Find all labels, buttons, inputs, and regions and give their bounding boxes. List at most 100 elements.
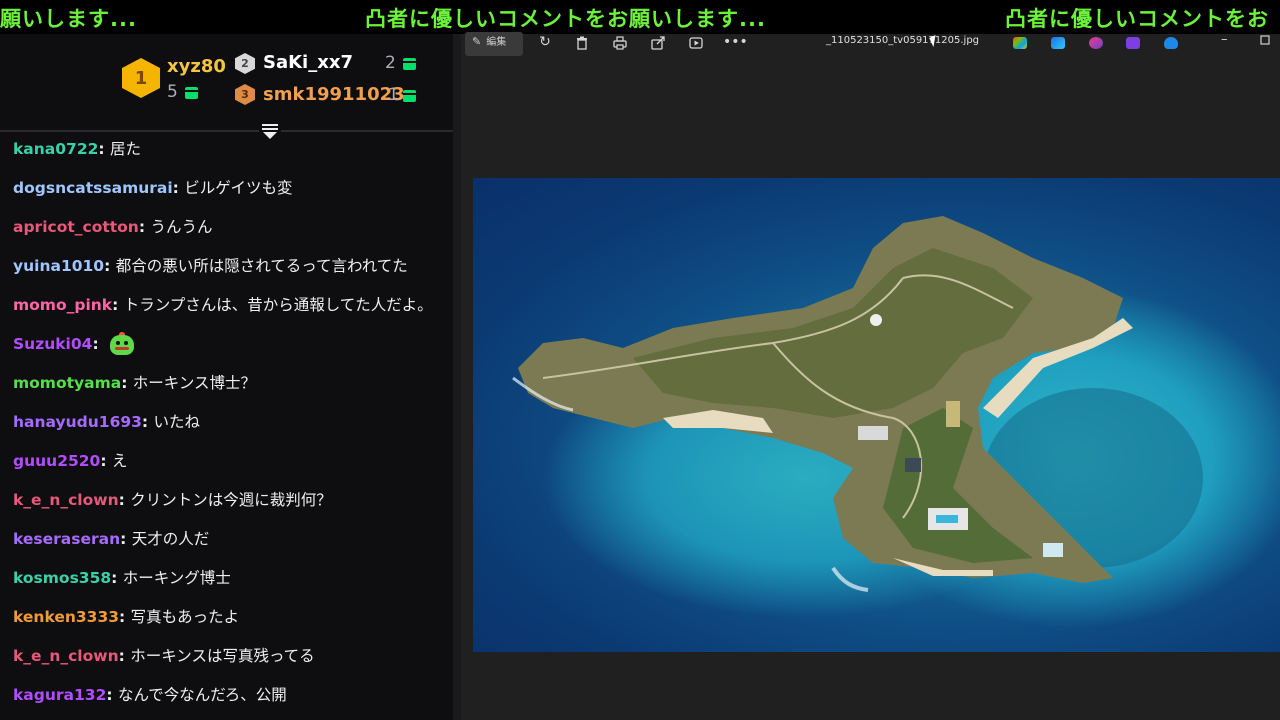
ticker-text: 願いします...	[0, 7, 137, 31]
leader-3-name[interactable]: smk19911023	[263, 84, 405, 105]
island-aerial-photo	[473, 178, 1280, 652]
chat-text: なんで今なんだろ、公開	[117, 686, 287, 704]
chat-username[interactable]: k_e_n_clown	[13, 647, 119, 665]
rank-1-badge: 1	[122, 58, 160, 98]
chat-message: Suzuki04:	[0, 331, 453, 370]
chat-message: k_e_n_clown: クリントンは今週に裁判何？	[0, 487, 453, 526]
chat-separator: :	[118, 491, 131, 509]
share-icon[interactable]	[647, 33, 669, 55]
leader-2-name[interactable]: SaKi_xx7	[263, 52, 353, 73]
chat-message: momotyama: ホーキンス博士？	[0, 370, 453, 409]
chat-separator: :	[119, 608, 131, 626]
rotate-icon[interactable]: ↻	[534, 33, 556, 55]
leader-1-name[interactable]: xyz80	[167, 56, 226, 77]
chat-separator: :	[111, 569, 123, 587]
chat-separator: :	[106, 686, 118, 704]
chat-separator: :	[138, 218, 151, 236]
chat-username[interactable]: momotyama	[13, 374, 121, 392]
photo-viewer: ✎ 編集 ↻ ••• _110523150_tv059171205.jpg –	[461, 32, 1280, 720]
chat-separator: :	[141, 413, 154, 431]
screen: 願いします... 凸者に優しいコメントをお願いします... 凸者に優しいコメント…	[0, 0, 1280, 720]
chat-text: 居た	[110, 140, 142, 158]
chat-username[interactable]: keseraseran	[13, 530, 120, 548]
chat-username[interactable]: apricot_cotton	[13, 218, 139, 236]
chat-message: keseraseran: 天才の人だ	[0, 526, 453, 565]
chat-username[interactable]: Suzuki04	[13, 335, 92, 353]
gift-leaderboard: 1 xyz80 5 2 SaKi_xx7 2 3 smk19911023 1	[0, 34, 453, 132]
chat-message: momo_pink: トランプさんは、昔から通報してた人だよ。	[0, 292, 453, 331]
clipchamp-icon[interactable]	[1089, 37, 1103, 49]
chat-message: kenken3333: 写真もあったよ	[0, 604, 453, 643]
pencil-icon: ✎	[472, 35, 482, 48]
chat-message: kana0722: 居た	[0, 136, 453, 175]
chat-text: いたね	[153, 413, 201, 431]
chat-message: apricot_cotton: うんうん	[0, 214, 453, 253]
chat-text: クリントンは今週に裁判何？	[130, 491, 332, 509]
chat-text: ホーキング博士	[122, 569, 231, 587]
chat-message: k_e_n_clown: ホーキンスは写真残ってる	[0, 643, 453, 682]
chat-text: 都合の悪い所は隠されてるって言われてた	[115, 257, 408, 275]
chat-username[interactable]: kenken3333	[13, 608, 119, 626]
chat-username[interactable]: dogsncatssamurai	[13, 179, 173, 197]
gift-icon	[403, 58, 416, 70]
file-name: _110523150_tv059171205.jpg	[826, 35, 980, 46]
slideshow-icon[interactable]	[685, 33, 707, 55]
chat-separator: :	[104, 257, 116, 275]
chat-message-list[interactable]: kana0722: 居た dogsncatssamurai: ビルゲイツも変 apr…	[0, 136, 453, 720]
leader-2-count: 2	[385, 53, 396, 73]
copilot-icon[interactable]	[1013, 37, 1027, 49]
chat-username[interactable]: kana0722	[13, 140, 98, 158]
chat-username[interactable]: yuina1010	[13, 257, 104, 275]
rank-3-badge: 3	[235, 84, 255, 105]
chat-message: hanayudu1693: いたね	[0, 409, 453, 448]
chat-panel: 1 xyz80 5 2 SaKi_xx7 2 3 smk19911023 1 k…	[0, 34, 453, 720]
chat-separator: :	[92, 335, 105, 353]
frog-emote	[108, 331, 136, 357]
comment-ticker: 願いします... 凸者に優しいコメントをお願いします... 凸者に優しいコメント…	[0, 0, 1280, 34]
delete-icon[interactable]	[571, 33, 593, 55]
app-icon[interactable]	[1126, 37, 1140, 49]
chat-username[interactable]: kagura132	[13, 686, 106, 704]
chat-text: ホーキンス博士？	[132, 374, 257, 392]
maximize-icon[interactable]	[1260, 34, 1270, 49]
chat-text: ホーキンスは写真残ってる	[130, 647, 315, 665]
chat-text: 写真もあったよ	[130, 608, 240, 626]
chat-separator: :	[172, 179, 185, 197]
chat-username[interactable]: momo_pink	[13, 296, 112, 314]
chat-separator: :	[98, 140, 111, 158]
minimize-icon[interactable]: –	[1221, 32, 1228, 47]
chat-message: kagura132: なんで今なんだろ、公開	[0, 682, 453, 720]
print-icon[interactable]	[609, 33, 631, 55]
gift-icon	[185, 87, 198, 99]
more-icon[interactable]: •••	[723, 33, 748, 55]
viewer-toolbar: ✎ 編集 ↻ ••• _110523150_tv059171205.jpg –	[461, 32, 1280, 58]
edit-button[interactable]: ✎ 編集	[465, 32, 523, 56]
chat-text: え	[111, 452, 128, 470]
edit-label: 編集	[486, 37, 507, 48]
chat-text: トランプさんは、昔から通報してた人だよ。	[123, 296, 433, 314]
chat-message: dogsncatssamurai: ビルゲイツも変	[0, 175, 453, 214]
onedrive-icon[interactable]	[1164, 37, 1178, 49]
ticker-text: 凸者に優しいコメントをお願いします...	[365, 7, 766, 31]
leader-1-count: 5	[167, 82, 178, 102]
ticker-text: 凸者に優しいコメントをお	[1005, 7, 1269, 31]
chat-separator: :	[112, 296, 124, 314]
chat-text: 天才の人だ	[131, 530, 210, 548]
chat-message: yuina1010: 都合の悪い所は隠されてるって言われてた	[0, 253, 453, 292]
chat-username[interactable]: guuu2520	[13, 452, 100, 470]
chat-text: ビルゲイツも変	[184, 179, 293, 197]
chat-separator: :	[100, 452, 112, 470]
rank-2-badge: 2	[235, 53, 255, 74]
leader-3-count: 1	[388, 85, 399, 105]
designer-icon[interactable]	[1051, 37, 1065, 49]
chat-message: kosmos358: ホーキング博士	[0, 565, 453, 604]
chat-separator: :	[118, 647, 131, 665]
chat-username[interactable]: k_e_n_clown	[13, 491, 119, 509]
chat-message: guuu2520: え	[0, 448, 453, 487]
chat-username[interactable]: hanayudu1693	[13, 413, 142, 431]
chat-separator: :	[121, 374, 133, 392]
gift-icon	[403, 90, 416, 102]
chat-text: うんうん	[150, 218, 213, 236]
chat-separator: :	[120, 530, 132, 548]
chat-username[interactable]: kosmos358	[13, 569, 111, 587]
